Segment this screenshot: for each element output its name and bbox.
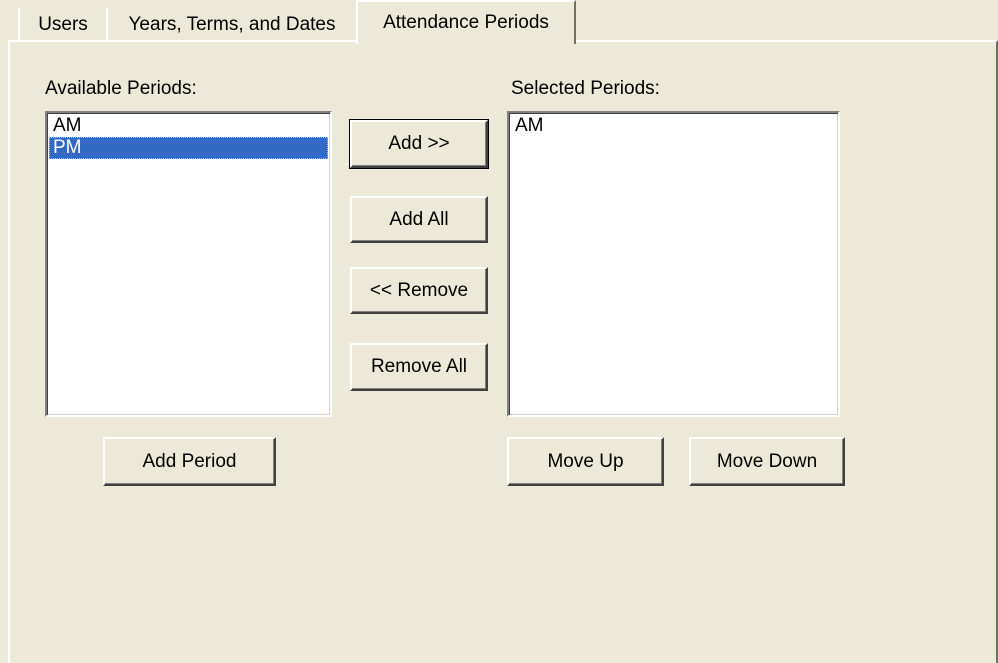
selected-periods-label: Selected Periods:	[511, 78, 660, 99]
available-period-pm[interactable]: PM	[49, 137, 328, 159]
add-button[interactable]: Add >>	[349, 119, 489, 169]
tab-attendance-periods[interactable]: Attendance Periods	[356, 0, 576, 44]
add-period-button[interactable]: Add Period	[103, 437, 276, 486]
available-periods-listbox[interactable]: AM PM	[45, 111, 332, 417]
tab-years-terms-dates[interactable]: Years, Terms, and Dates	[106, 8, 358, 42]
tab-users[interactable]: Users	[18, 8, 108, 42]
move-down-button[interactable]: Move Down	[689, 437, 845, 486]
selected-period-am[interactable]: AM	[511, 115, 836, 137]
remove-all-button[interactable]: Remove All	[350, 343, 488, 391]
available-period-am[interactable]: AM	[49, 115, 328, 137]
selected-periods-listbox[interactable]: AM	[507, 111, 840, 417]
move-up-button[interactable]: Move Up	[507, 437, 664, 486]
available-periods-label: Available Periods:	[45, 78, 197, 99]
attendance-periods-dialog: Users Years, Terms, and Dates Attendance…	[0, 0, 998, 663]
add-all-button[interactable]: Add All	[350, 196, 488, 243]
remove-button[interactable]: << Remove	[350, 267, 488, 314]
